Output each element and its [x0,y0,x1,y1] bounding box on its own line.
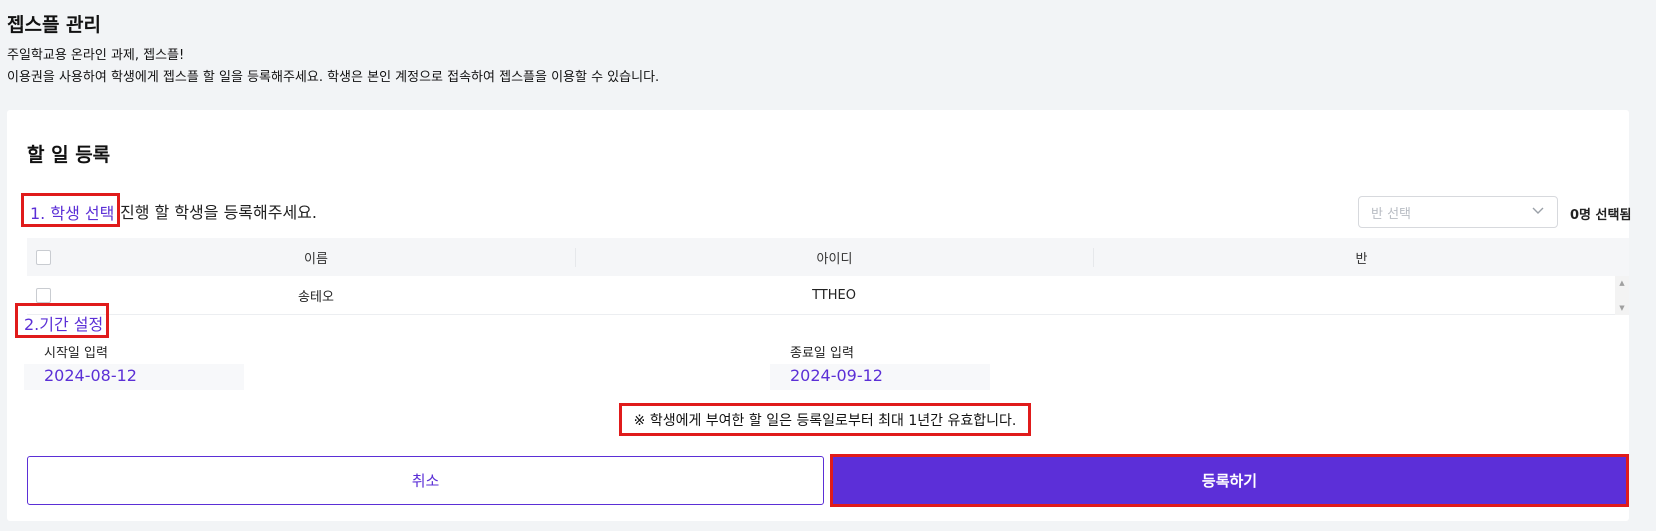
class-select-placeholder: 반 선택 [1371,206,1412,222]
task-registration-card: 할 일 등록 1. 학생 선택 진행 할 학생을 등록해주세요. 반 선택 0명… [7,110,1632,521]
end-date-input[interactable]: 2024-09-12 [770,364,990,390]
step1-description: 진행 할 학생을 등록해주세요. [120,203,317,222]
start-date-input[interactable]: 2024-08-12 [24,364,244,390]
scroll-down-arrow-icon[interactable]: ▼ [1619,304,1624,312]
validity-notice: ※ 학생에게 부여한 할 일은 등록일로부터 최대 1년간 유효합니다. [619,403,1031,436]
column-header-class: 반 [1093,247,1629,267]
page-intro: 주일학교용 온라인 과제, 젭스플! 이용권을 사용하여 학생에게 젭스플 할 … [7,45,659,89]
chevron-down-icon [1531,203,1545,221]
table-scrollbar[interactable]: ▲ ▼ [1615,276,1629,315]
table-header: 이름 아이디 반 [27,238,1629,276]
step2-label: 2.기간 설정 [15,303,109,338]
scroll-up-arrow-icon[interactable]: ▲ [1619,279,1624,287]
row-checkbox[interactable] [36,287,51,303]
student-table: 이름 아이디 반 송테오 TTHEO ▲ ▼ [27,238,1629,315]
intro-line-2: 이용권을 사용하여 학생에게 젭스플 할 일을 등록해주세요. 학생은 본인 계… [7,70,660,85]
column-header-id: 아이디 [575,247,1093,267]
table-row[interactable]: 송테오 TTHEO ▲ ▼ [27,276,1629,315]
cell-name: 송테오 [298,289,334,305]
cancel-button[interactable]: 취소 [27,456,824,505]
select-all-checkbox[interactable] [36,249,51,265]
end-date-label: 종료일 입력 [790,346,854,361]
step1-label: 1. 학생 선택 [21,193,120,227]
start-date-label: 시작일 입력 [44,346,108,361]
register-button[interactable]: 등록하기 [830,454,1629,507]
class-select-dropdown[interactable]: 반 선택 [1358,196,1558,228]
card-title: 할 일 등록 [27,144,111,166]
selected-count: 0명 선택됨 [1570,208,1632,223]
page-title: 젭스플 관리 [7,14,102,36]
cell-id: TTHEO [812,287,856,303]
column-header-name: 이름 [304,251,328,267]
intro-line-1: 주일학교용 온라인 과제, 젭스플! [7,48,185,63]
